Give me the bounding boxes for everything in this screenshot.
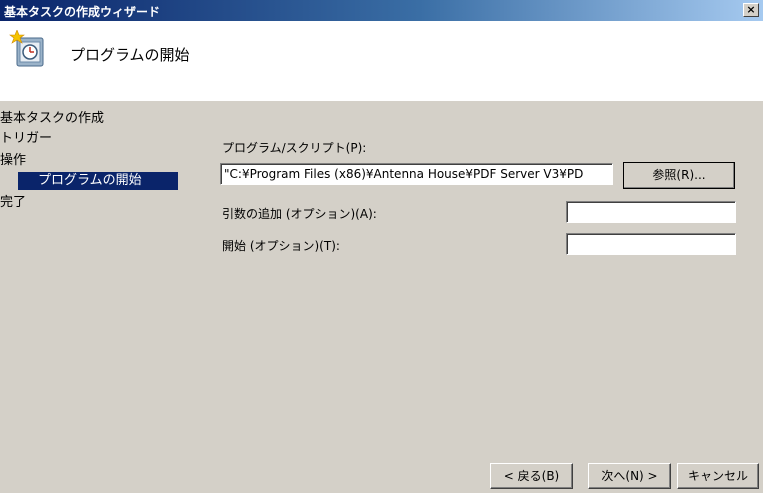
back-button[interactable]: < 戻る(B): [490, 463, 573, 489]
title-bar[interactable]: 基本タスクの作成ウィザード ×: [0, 0, 763, 21]
next-button[interactable]: 次へ(N) >: [588, 463, 671, 489]
window-title: 基本タスクの作成ウィザード: [4, 5, 161, 19]
close-icon: ×: [746, 3, 756, 16]
cancel-button[interactable]: キャンセル: [677, 463, 759, 489]
browse-button[interactable]: 参照(R)...: [623, 162, 735, 189]
close-button[interactable]: ×: [743, 3, 759, 17]
sidebar-item-trigger[interactable]: トリガー: [0, 130, 52, 148]
start-in-label: 開始 (オプション)(T):: [222, 239, 340, 253]
sidebar-item-action[interactable]: 操作: [0, 152, 26, 170]
add-arguments-label: 引数の追加 (オプション)(A):: [222, 207, 377, 221]
wizard-window: 基本タスクの作成ウィザード × プログラムの開始 基本タスクの作成 トリガー 操…: [0, 0, 763, 493]
wizard-header: プログラムの開始: [0, 21, 763, 101]
scheduled-task-clock-icon: [9, 30, 44, 67]
add-arguments-input[interactable]: [566, 201, 736, 223]
sidebar-item-finish[interactable]: 完了: [0, 194, 26, 212]
page-title: プログラムの開始: [70, 46, 190, 64]
program-script-label: プログラム/スクリプト(P):: [222, 141, 367, 155]
sidebar-item-start-program[interactable]: プログラムの開始: [18, 172, 178, 190]
start-in-input[interactable]: [566, 233, 736, 255]
sidebar-item-create-basic-task[interactable]: 基本タスクの作成: [0, 110, 104, 128]
program-script-input[interactable]: "C:¥Program Files (x86)¥Antenna House¥PD…: [220, 163, 613, 185]
